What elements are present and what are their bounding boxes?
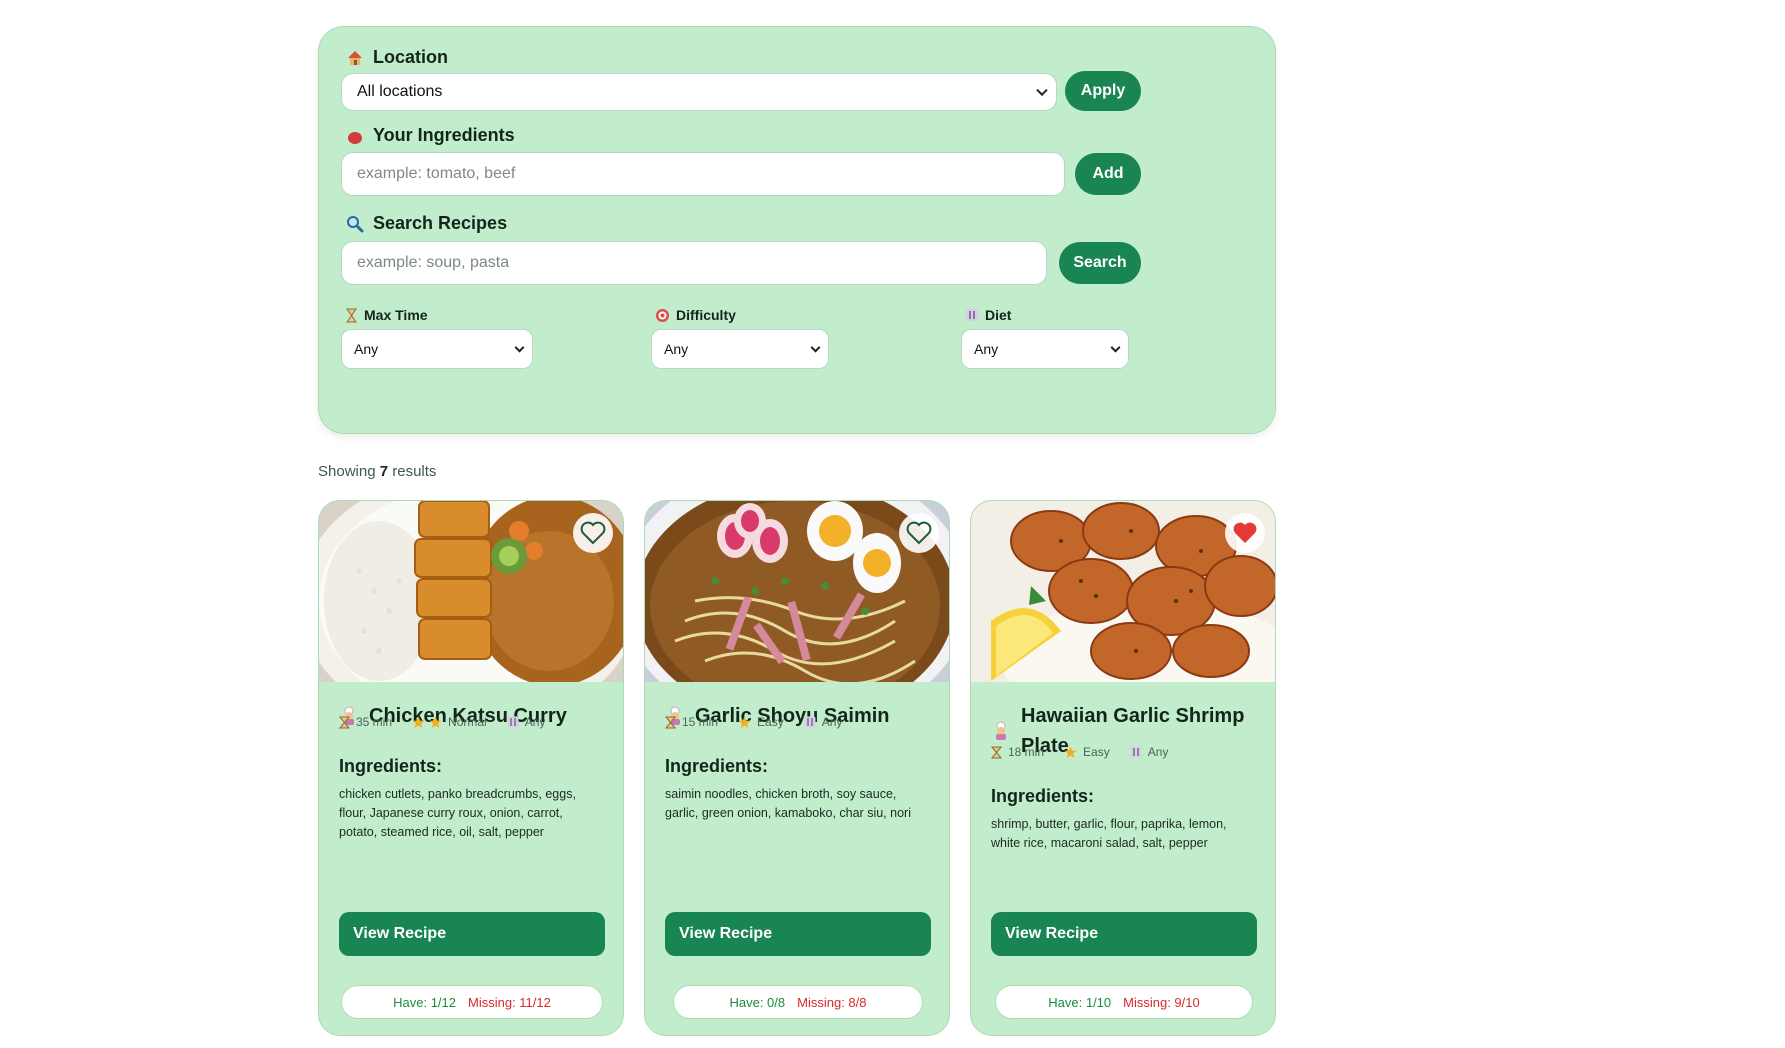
- ingredients-list: chicken cutlets, panko breadcrumbs, eggs…: [339, 787, 576, 839]
- recipe-meta: 18 min Easy Any: [991, 745, 1182, 759]
- hourglass-icon: [665, 716, 676, 728]
- add-ingredient-button[interactable]: Add: [1075, 153, 1141, 195]
- search-input[interactable]: example: soup, pasta: [341, 241, 1047, 285]
- ingredients-heading: Ingredients:: [339, 756, 443, 776]
- heart-filled-icon: [1233, 522, 1257, 543]
- search-heading: Search Recipes: [345, 213, 507, 234]
- recipe-card: Hawaiian Garlic Shrimp Plate 18 min Easy…: [970, 500, 1276, 1036]
- diet-label: Diet: [965, 307, 1011, 323]
- chevron-down-icon: [810, 342, 821, 353]
- view-recipe-button[interactable]: View Recipe: [665, 912, 931, 956]
- recipe-image: [319, 501, 623, 682]
- chef-icon: [996, 721, 1006, 740]
- hourglass-icon: [339, 716, 350, 728]
- view-recipe-button[interactable]: View Recipe: [339, 912, 605, 956]
- apply-button[interactable]: Apply: [1065, 71, 1141, 111]
- star-icon: [1064, 746, 1077, 758]
- recipe-image: [971, 501, 1275, 682]
- ingredient-match-badge: Have: 1/12 Missing: 11/12: [341, 985, 603, 1019]
- max-time-label: Max Time: [345, 307, 428, 323]
- target-icon: [656, 308, 669, 322]
- ingredients-input[interactable]: example: tomato, beef: [341, 152, 1065, 196]
- recipe-card: Chicken Katsu Curry 35 min Normal Any In…: [318, 500, 624, 1036]
- heart-outline-icon: [906, 521, 932, 545]
- fork-knife-icon: [966, 309, 978, 321]
- max-time-select[interactable]: Any: [341, 329, 533, 369]
- ingredient-match-badge: Have: 1/10 Missing: 9/10: [995, 985, 1253, 1019]
- star-rating-icon: [412, 716, 442, 728]
- chevron-down-icon: [1110, 342, 1121, 353]
- chevron-down-icon: [1036, 84, 1048, 97]
- filter-panel: Location All locations Apply Your Ingred…: [318, 26, 1276, 434]
- difficulty-select[interactable]: Any: [651, 329, 829, 369]
- chevron-down-icon: [514, 342, 525, 353]
- location-select[interactable]: All locations: [341, 73, 1057, 111]
- results-count: Showing 7 results: [318, 463, 437, 480]
- house-icon: [345, 48, 365, 68]
- favorite-button[interactable]: [573, 513, 613, 553]
- fork-knife-icon: [507, 716, 519, 728]
- ingredient-match-badge: Have: 0/8 Missing: 8/8: [673, 985, 923, 1019]
- difficulty-label: Difficulty: [655, 307, 736, 323]
- ingredients-list: shrimp, butter, garlic, flour, paprika, …: [991, 817, 1227, 850]
- ingredients-heading: Ingredients:: [665, 756, 769, 776]
- search-button[interactable]: Search: [1059, 242, 1141, 284]
- location-heading: Location: [345, 47, 448, 68]
- tomato-icon: [345, 126, 365, 146]
- fork-knife-icon: [804, 716, 816, 728]
- heart-outline-icon: [580, 521, 606, 545]
- favorite-button[interactable]: [899, 513, 939, 553]
- favorite-button[interactable]: [1225, 513, 1265, 553]
- diet-select[interactable]: Any: [961, 329, 1129, 369]
- view-recipe-button[interactable]: View Recipe: [991, 912, 1257, 956]
- star-icon: [738, 716, 751, 728]
- recipe-meta: 15 min Easy Any: [665, 715, 856, 729]
- hourglass-icon: [991, 746, 1002, 758]
- recipe-card: Garlic Shoyu Saimin 15 min Easy Any Ingr…: [644, 500, 950, 1036]
- ingredients-list: saimin noodles, chicken broth, soy sauce…: [665, 787, 911, 820]
- magnifier-icon: [345, 214, 365, 234]
- recipe-meta: 35 min Normal Any: [339, 715, 559, 729]
- hourglass-icon: [346, 308, 357, 322]
- recipe-image: [645, 501, 949, 682]
- ingredients-heading: Ingredients:: [991, 786, 1095, 806]
- fork-knife-icon: [1130, 746, 1142, 758]
- ingredients-heading: Your Ingredients: [345, 125, 515, 146]
